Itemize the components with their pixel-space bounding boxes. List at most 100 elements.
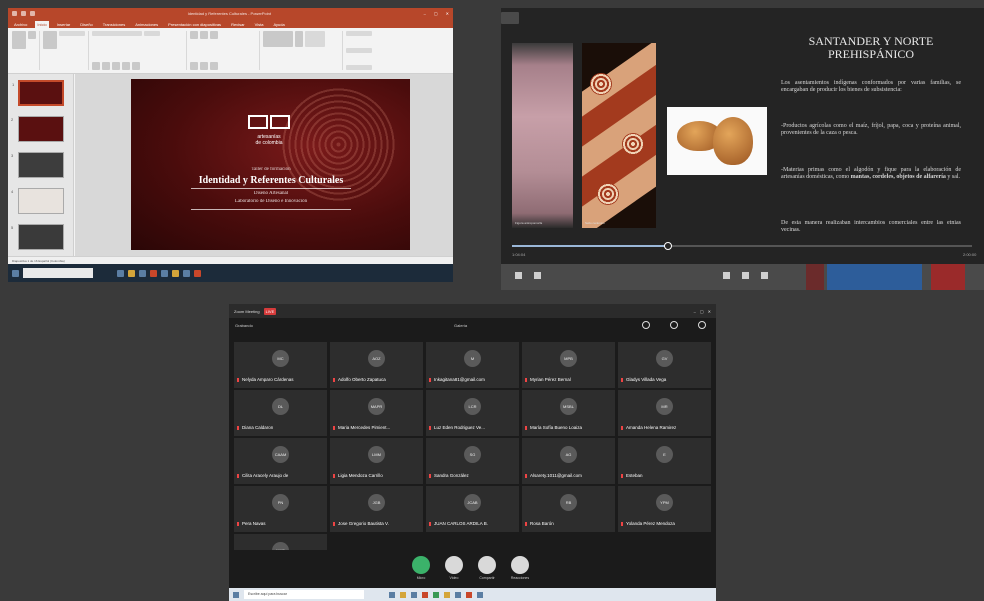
fullscreen-icon[interactable] (761, 272, 768, 279)
numbering-icon[interactable] (200, 31, 208, 39)
participant-tile[interactable]: MR Amanda Helena Ramirez (618, 390, 711, 436)
taskbar-search[interactable] (23, 268, 93, 278)
participant-tile[interactable]: RB Rosa Barón (522, 486, 615, 532)
participant-tile[interactable]: YPM Yolanda Pérez Mendoza (618, 486, 711, 532)
italic-icon[interactable] (102, 62, 110, 70)
mic-button[interactable]: Micro (412, 556, 430, 580)
save-icon[interactable] (12, 11, 17, 16)
excel-icon[interactable] (433, 591, 439, 598)
edge-icon[interactable] (411, 591, 417, 598)
replace-button[interactable] (346, 48, 372, 53)
tab-insertar[interactable]: Insertar (55, 21, 73, 28)
participant-tile[interactable]: GV Gladys Villada Vega (618, 342, 711, 388)
chat-icon[interactable] (670, 321, 678, 329)
subtitles-icon[interactable] (742, 272, 749, 279)
progress-knob[interactable] (664, 242, 673, 250)
word-icon[interactable] (161, 269, 168, 277)
close-icon[interactable]: ✕ (446, 11, 449, 16)
participant-tile[interactable]: LCR Luz Eden Rodriguez Ve... (426, 390, 519, 436)
windows-start-icon[interactable] (12, 269, 19, 277)
video-button[interactable]: Video (445, 556, 463, 580)
play-icon[interactable] (515, 272, 522, 279)
participant-tile[interactable]: LMM Ligia Mendoza Carrillo (330, 438, 423, 484)
shapes-icon[interactable] (263, 31, 293, 47)
share-button[interactable]: Compartir (478, 556, 496, 580)
screen-share-icon[interactable] (501, 12, 519, 24)
redo-icon[interactable] (30, 11, 35, 16)
participant-tile[interactable]: AOZ Adolfo Oberto Zapatuca (330, 342, 423, 388)
tab-archivo[interactable]: Archivo (12, 21, 29, 28)
font-color-icon[interactable] (132, 62, 140, 70)
strike-icon[interactable] (122, 62, 130, 70)
font-name-select[interactable] (92, 31, 142, 36)
outlook-icon[interactable] (477, 591, 483, 598)
taskview-icon[interactable] (389, 591, 395, 598)
slide-canvas[interactable]: artesanías de colombia Taller de formaci… (131, 79, 410, 250)
maximize-icon[interactable]: ▢ (434, 11, 438, 16)
slide-thumb[interactable]: 3 (11, 152, 64, 178)
slide-thumb[interactable]: 2 (11, 116, 64, 142)
edge-icon[interactable] (139, 269, 146, 277)
align-center-icon[interactable] (200, 62, 208, 70)
participant-tile[interactable]: AG Alsarety.1011@gmail.com (522, 438, 615, 484)
bold-icon[interactable] (92, 62, 100, 70)
paste-icon[interactable] (12, 31, 26, 49)
volume-icon[interactable] (534, 272, 541, 279)
undo-icon[interactable] (21, 11, 26, 16)
windows-start-icon[interactable] (233, 591, 239, 598)
quick-styles-button[interactable] (305, 31, 325, 47)
tab-presentacion[interactable]: Presentación con diapositivas (166, 21, 223, 28)
settings-icon[interactable] (723, 272, 730, 279)
minimize-icon[interactable]: – (424, 11, 426, 16)
align-left-icon[interactable] (190, 62, 198, 70)
find-button[interactable] (346, 31, 372, 36)
tab-inicio[interactable]: Inicio (35, 21, 49, 28)
powerpoint-icon[interactable] (422, 591, 428, 598)
chrome-icon[interactable] (444, 591, 450, 598)
zoom-icon[interactable] (183, 269, 190, 277)
participant-tile[interactable]: MC Nelyda Amparo Cárdenas (234, 342, 327, 388)
tab-diseno[interactable]: Diseño (78, 21, 94, 28)
new-slide-icon[interactable] (43, 31, 57, 49)
chrome-icon[interactable] (172, 269, 179, 277)
participant-tile[interactable]: MAPR Maria Mercedes Pimient... (330, 390, 423, 436)
slide-thumb[interactable]: 1 (12, 80, 64, 106)
participant-tile[interactable]: SG Sandra González (426, 438, 519, 484)
cut-icon[interactable] (28, 31, 36, 39)
participant-tile[interactable]: CAAM Cilita Aracely Araujo de (234, 438, 327, 484)
participant-tile[interactable]: MSBL María Sofía Bueno Loaiza (522, 390, 615, 436)
participant-tile[interactable]: M Inkagitana81@gmail.com (426, 342, 519, 388)
participant-tile[interactable]: JCAB JUAN CARLOS ARDILA B. (426, 486, 519, 532)
align-right-icon[interactable] (210, 62, 218, 70)
maximize-icon[interactable]: ▢ (700, 309, 704, 314)
tab-transiciones[interactable]: Transiciones (101, 21, 128, 28)
participant-tile[interactable]: PN Pera Navas (234, 486, 327, 532)
arrange-icon[interactable] (295, 31, 303, 47)
tab-ayuda[interactable]: Ayuda (271, 21, 286, 28)
participants-icon[interactable] (642, 321, 650, 329)
zoom-icon[interactable] (455, 591, 461, 598)
settings-icon[interactable] (698, 321, 706, 329)
powerpoint-icon[interactable] (150, 269, 157, 277)
layout-button[interactable] (59, 31, 85, 36)
participant-tile[interactable]: JGB Jose Gregorio Bautista V. (330, 486, 423, 532)
tab-vista[interactable]: Vista (253, 21, 266, 28)
view-label[interactable]: Galería (454, 323, 467, 328)
app-icon[interactable] (194, 269, 201, 277)
indent-icon[interactable] (210, 31, 218, 39)
participant-tile[interactable]: MPB Myrian Pérez Bernal (522, 342, 615, 388)
bullets-icon[interactable] (190, 31, 198, 39)
app-icon[interactable] (466, 591, 472, 598)
select-button[interactable] (346, 65, 372, 70)
font-size-select[interactable] (144, 31, 160, 36)
tab-animaciones[interactable]: Animaciones (133, 21, 160, 28)
taskview-icon[interactable] (117, 269, 124, 277)
video-progress-bar[interactable] (512, 242, 972, 250)
taskbar-search[interactable]: Escribe aquí para buscar (244, 590, 364, 599)
participant-tile[interactable]: E Esteban (618, 438, 711, 484)
tab-revisar[interactable]: Revisar (229, 21, 247, 28)
close-icon[interactable]: ✕ (708, 309, 711, 314)
slide-thumb[interactable]: 5 (11, 224, 64, 250)
reactions-button[interactable]: Reacciones (511, 556, 529, 580)
slide-thumb[interactable]: 4 (11, 188, 64, 214)
